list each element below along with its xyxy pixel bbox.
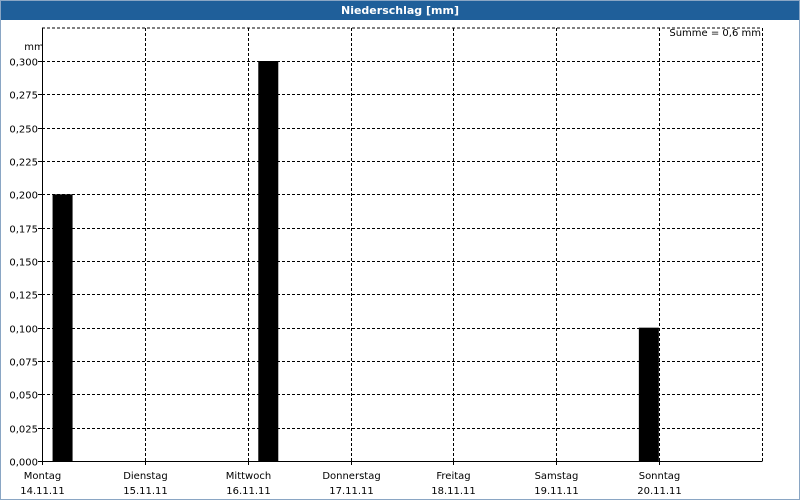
precipitation-chart: 0,000 0,025 0,050 0,075 0,100 0,125 0,150 0,175…: [9, 27, 763, 498]
x-tick-label-date: 14.11.11: [20, 486, 65, 497]
y-tick-label: 0,250: [9, 125, 38, 136]
bar: [258, 61, 279, 461]
x-tick-label-day: Montag: [24, 471, 61, 482]
x-tick-label-day: Samstag: [535, 471, 579, 482]
bar: [52, 194, 73, 462]
y-tick-label: 0,175: [9, 225, 38, 236]
y-tick-label: 0,050: [9, 391, 38, 402]
x-tick-label-date: 17.11.11: [329, 486, 374, 497]
x-tick-label-day: Freitag: [436, 471, 470, 482]
sum-annotation: Summe = 0,6 mm: [669, 28, 761, 39]
y-tick-label: 0,125: [9, 291, 38, 302]
y-tick-label: 0,300: [9, 58, 38, 69]
y-tick-label: 0,225: [9, 158, 38, 169]
y-tick-label: 0,075: [9, 358, 38, 369]
x-tick-label-date: 16.11.11: [226, 486, 271, 497]
x-tick-label-day: Dienstag: [123, 471, 168, 482]
y-tick-label: 0,275: [9, 91, 38, 102]
y-tick-label: 0,025: [9, 425, 38, 436]
x-tick-label-date: 18.11.11: [431, 486, 476, 497]
x-tick-label-day: Mittwoch: [226, 471, 271, 482]
x-tick-label-day: Donnerstag: [322, 471, 380, 482]
y-tick-label: 0,200: [9, 191, 38, 202]
y-tick-label: 0,100: [9, 325, 38, 336]
x-tick-label-date: 19.11.11: [534, 486, 579, 497]
y-axis-unit: mm: [24, 42, 43, 53]
bar: [638, 327, 659, 461]
y-tick-label: 0,150: [9, 258, 38, 269]
labels: 0,000 0,025 0,050 0,075 0,100 0,125 0,150 0,175…: [9, 58, 681, 498]
y-tick-label: 0,000: [9, 458, 38, 469]
x-tick-label-date: 20.11.11: [637, 486, 682, 497]
x-tick-label-day: Sonntag: [639, 471, 681, 482]
x-tick-label-date: 15.11.11: [123, 486, 168, 497]
